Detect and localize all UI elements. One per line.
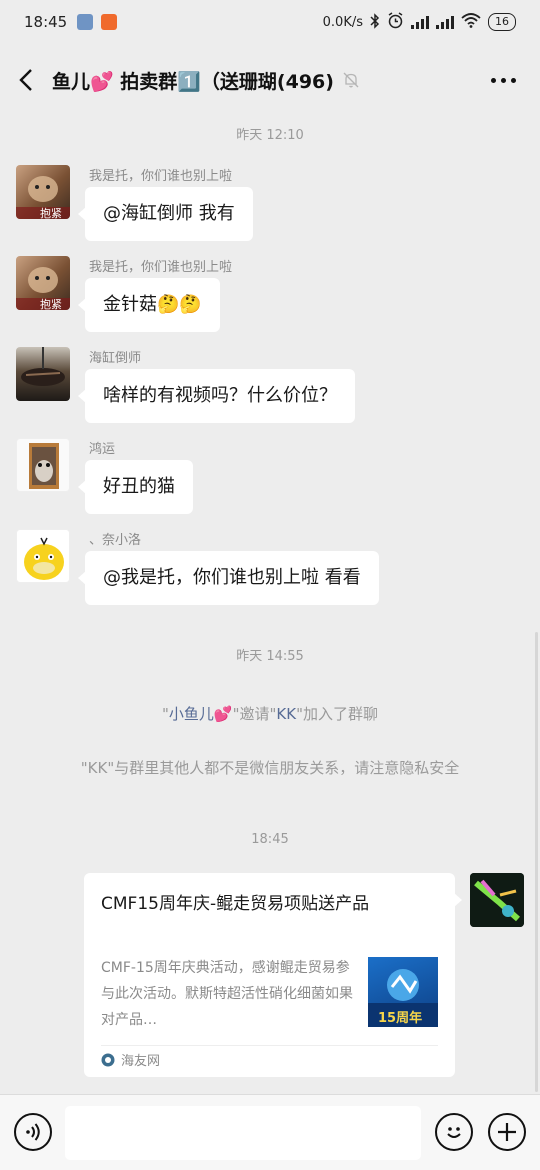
signal-2-icon [436, 15, 454, 29]
chat-title-bar: 鱼儿💕 拍卖群1️⃣（送珊瑚(496) [0, 48, 540, 112]
wifi-icon [461, 13, 481, 31]
chevron-left-icon [19, 69, 32, 91]
thumbnail-caption: 15周年 [378, 1011, 423, 1026]
sender-name: 我是托，你们谁也别上啦 [89, 260, 233, 275]
emoji-button[interactable] [435, 1113, 473, 1151]
scrollbar[interactable] [535, 632, 538, 1092]
invite-text-end: "加入了群聊 [296, 705, 378, 723]
sender-name: 海缸倒师 [89, 351, 142, 366]
message-bubble[interactable]: @我是托，你们谁也别上啦 看看 [78, 551, 379, 605]
invite-text: "邀请" [232, 705, 277, 723]
avatar[interactable] [16, 347, 70, 401]
sender-name: 、奈小洛 [89, 533, 142, 548]
timestamp: 18:45 [251, 832, 289, 847]
timestamp: 昨天 14:55 [236, 649, 304, 664]
back-button[interactable] [0, 48, 52, 112]
voice-input-button[interactable] [14, 1113, 52, 1151]
invitee-link[interactable]: KK [276, 705, 296, 723]
net-speed: 0.0K/s [322, 14, 363, 30]
invite-system-message: "小鱼儿💕"邀请"KK"加入了群聊 [40, 703, 500, 726]
link-card-message[interactable]: CMF15周年庆-鲲走贸易项贴送产品 CMF-15周年庆典活动，感谢鲲走贸易参与… [84, 873, 462, 1077]
source-logo-icon [101, 1053, 115, 1066]
avatar[interactable] [16, 529, 70, 583]
message-input[interactable] [65, 1106, 421, 1160]
card-source: 海友网 [101, 1050, 160, 1069]
card-thumbnail: 15周年 [368, 957, 438, 1027]
battery-indicator: 16 [488, 13, 516, 31]
sender-name: 鸿运 [89, 442, 116, 457]
status-time: 18:45 [24, 13, 68, 31]
avatar-badge: 抱紧 [40, 298, 62, 310]
more-options-button[interactable] [491, 66, 516, 94]
card-divider [101, 1045, 438, 1046]
avatar[interactable] [16, 438, 70, 492]
smiley-icon [447, 1127, 461, 1138]
chat-input-bar [0, 1094, 540, 1170]
mute-bell-icon [343, 72, 359, 88]
privacy-system-message: "KK"与群里其他人都不是微信朋友关系，请注意隐私安全 [80, 759, 460, 777]
message-bubble[interactable]: 金针菇🤔🤔 [78, 278, 220, 332]
avatar-badge: 抱紧 [40, 207, 62, 219]
invite-quote: " [162, 705, 169, 723]
plus-icon [498, 1123, 516, 1141]
status-bar: 18:45 0.0K/s 16 [0, 0, 540, 44]
voice-icon [26, 1123, 40, 1141]
card-title: CMF15周年庆-鲲走贸易项贴送产品 [101, 894, 370, 914]
inviter-link[interactable]: 小鱼儿💕 [169, 705, 233, 723]
card-source-name: 海友网 [121, 1054, 161, 1069]
group-title[interactable]: 鱼儿💕 拍卖群1️⃣（送珊瑚(496) [52, 67, 334, 94]
avatar[interactable]: 抱紧 [16, 165, 70, 219]
chat-message-list[interactable]: 昨天 12:10 抱紧 我是托，你们谁也别上啦 @海缸倒师 我有 抱紧 我是托，… [0, 112, 540, 1094]
message-bubble[interactable]: 好丑的猫 [78, 460, 193, 514]
message-bubble[interactable]: 啥样的有视频吗？什么价位？ [78, 369, 355, 423]
status-indicators: 0.0K/s 16 [323, 12, 516, 32]
message-bubble[interactable]: @海缸倒师 我有 [78, 187, 253, 241]
alarm-icon [387, 12, 404, 32]
more-functions-button[interactable] [488, 1113, 526, 1151]
notification-app-icon [101, 14, 118, 30]
signal-1-icon [411, 15, 429, 29]
avatar[interactable]: 抱紧 [16, 256, 70, 310]
card-description: CMF-15周年庆典活动，感谢鲲走贸易参与此次活动。默斯特超活性硝化细菌如果对产… [101, 960, 353, 1028]
my-avatar[interactable] [470, 873, 524, 927]
bluetooth-icon [370, 12, 380, 32]
sender-name: 我是托，你们谁也别上啦 [89, 169, 233, 184]
gallery-app-icon [77, 14, 94, 30]
timestamp: 昨天 12:10 [236, 128, 304, 143]
